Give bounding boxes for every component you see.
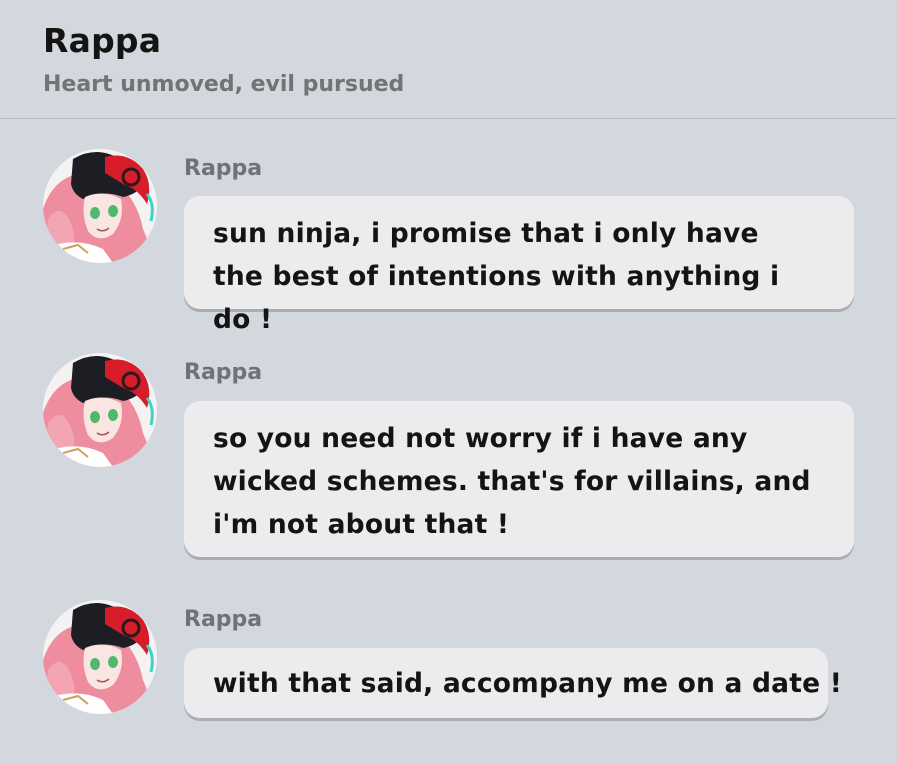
rappa-avatar-icon: [43, 149, 157, 263]
message-text: sun ninja, i promise that i only have th…: [213, 218, 780, 335]
message-text: with that said, accompany me on a date !: [213, 668, 842, 699]
message-bubble: sun ninja, i promise that i only have th…: [184, 196, 854, 335]
chat-title: Rappa: [43, 21, 162, 60]
rappa-avatar-icon: [43, 353, 157, 467]
message-bubble: so you need not worry if i have any wick…: [184, 401, 854, 557]
avatar[interactable]: [43, 149, 157, 263]
chat-subtitle: Heart unmoved, evil pursued: [43, 72, 405, 97]
avatar[interactable]: [43, 600, 157, 714]
message-text: so you need not worry if i have any wick…: [213, 423, 811, 540]
message-bubble: with that said, accompany me on a date !: [184, 648, 842, 718]
sender-name: Rappa: [184, 607, 263, 632]
avatar[interactable]: [43, 353, 157, 467]
sender-name: Rappa: [184, 360, 263, 385]
sender-name: Rappa: [184, 156, 263, 181]
rappa-avatar-icon: [43, 600, 157, 714]
chat-header: Rappa Heart unmoved, evil pursued: [0, 0, 897, 119]
